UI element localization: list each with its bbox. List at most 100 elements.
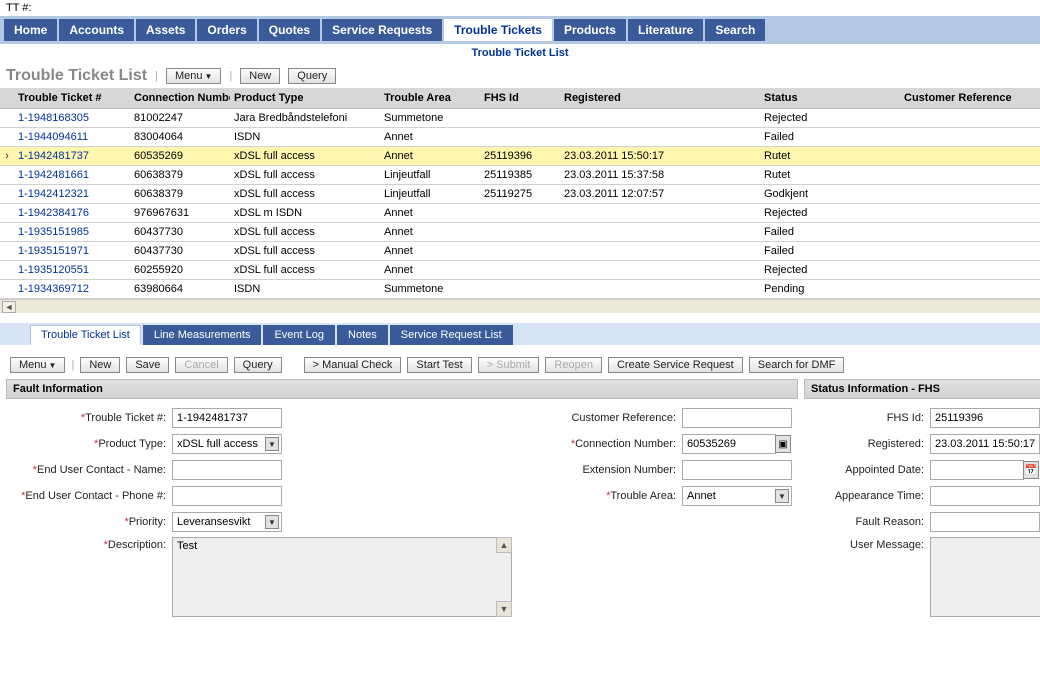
search-dmf-button[interactable]: Search for DMF <box>749 357 845 373</box>
chevron-down-icon[interactable]: ▼ <box>775 489 789 503</box>
col-tt[interactable]: Trouble Ticket # <box>14 88 130 109</box>
applet-query-button[interactable]: Query <box>288 68 336 84</box>
pick-icon[interactable]: ▣ <box>775 435 791 453</box>
field-ptype[interactable]: xDSL full access▼ <box>172 434 282 454</box>
field-ext[interactable] <box>682 460 792 480</box>
field-freason[interactable] <box>930 512 1040 532</box>
label-fhs: FHS Id: <box>810 412 930 424</box>
table-row[interactable]: ›1-194248173760535269xDSL full accessAnn… <box>0 147 1040 166</box>
label-ptype: *Product Type: <box>12 438 172 450</box>
tt-link[interactable]: 1-1942384176 <box>18 207 89 219</box>
tt-link[interactable]: 1-1935151971 <box>18 245 89 257</box>
col-conn[interactable]: Connection Number <box>130 88 230 109</box>
field-appt[interactable] <box>930 460 1024 480</box>
tt-link[interactable]: 1-1948168305 <box>18 112 89 124</box>
field-fhs[interactable] <box>930 408 1040 428</box>
field-atime[interactable] <box>930 486 1040 506</box>
nav-quotes[interactable]: Quotes <box>259 19 320 41</box>
table-row[interactable]: 1-194816830581002247Jara Bredbåndstelefo… <box>0 109 1040 128</box>
primary-nav: Home Accounts Assets Orders Quotes Servi… <box>0 16 1040 44</box>
tt-link[interactable]: 1-1942481661 <box>18 169 89 181</box>
label-eu-name: *End User Contact - Name: <box>12 464 172 476</box>
textarea-scrollbar[interactable]: ▲ ▼ <box>496 537 512 617</box>
tt-link[interactable]: 1-1942412321 <box>18 188 89 200</box>
form-new-button[interactable]: New <box>80 357 120 373</box>
status-info-panel: Status Information - FHS FHS Id: Registe… <box>804 379 1040 629</box>
subtab-sr-list[interactable]: Service Request List <box>390 325 513 345</box>
nav-assets[interactable]: Assets <box>136 19 195 41</box>
calendar-icon[interactable]: 📅 <box>1023 461 1039 479</box>
label-reg: Registered: <box>810 438 930 450</box>
form-toolbar: Menu▼ | New Save Cancel Query > Manual C… <box>0 345 1040 379</box>
label-eu-phone: *End User Contact - Phone #: <box>12 490 172 502</box>
list-hscrollbar[interactable]: ◄ <box>0 299 1040 313</box>
subtab-event-log[interactable]: Event Log <box>263 325 335 345</box>
nav-orders[interactable]: Orders <box>197 19 256 41</box>
table-row[interactable]: 1-193436971263980664ISDNSummetonePending <box>0 280 1040 299</box>
label-cref: Customer Reference: <box>522 412 682 424</box>
form-save-button[interactable]: Save <box>126 357 169 373</box>
col-reg[interactable]: Registered <box>560 88 760 109</box>
tt-link[interactable]: 1-1934369712 <box>18 283 89 295</box>
table-row[interactable]: 1-193515198560437730xDSL full accessAnne… <box>0 223 1040 242</box>
label-tarea: *Trouble Area: <box>522 490 682 502</box>
col-status[interactable]: Status <box>760 88 900 109</box>
label-umsg: User Message: <box>810 537 930 551</box>
scroll-up-icon[interactable]: ▲ <box>496 537 512 553</box>
label-conn: *Connection Number: <box>522 438 682 450</box>
tt-link[interactable]: 1-1935120551 <box>18 264 89 276</box>
field-cref[interactable] <box>682 408 792 428</box>
chevron-down-icon[interactable]: ▼ <box>265 437 279 451</box>
col-cref[interactable]: Customer Reference <box>900 88 1040 109</box>
applet-new-button[interactable]: New <box>240 68 280 84</box>
tt-link[interactable]: 1-1944094611 <box>18 131 88 143</box>
col-fhs[interactable]: FHS Id <box>480 88 560 109</box>
nav-products[interactable]: Products <box>554 19 626 41</box>
tt-link[interactable]: 1-1935151985 <box>18 226 89 238</box>
subtab-notes[interactable]: Notes <box>337 325 388 345</box>
field-eu-phone[interactable] <box>172 486 282 506</box>
chevron-down-icon[interactable]: ▼ <box>265 515 279 529</box>
tt-link[interactable]: 1-1942481737 <box>18 150 89 162</box>
subtab-tt-list[interactable]: Trouble Ticket List <box>30 325 141 345</box>
table-row[interactable]: 1-1942384176976967631xDSL m ISDNAnnetRej… <box>0 204 1040 223</box>
nav-service-requests[interactable]: Service Requests <box>322 19 442 41</box>
applet-toolbar: Trouble Ticket List | Menu▼ | New Query <box>0 64 1040 88</box>
field-reg[interactable] <box>930 434 1040 454</box>
field-tt[interactable] <box>172 408 282 428</box>
label-desc: *Description: <box>12 537 172 551</box>
col-ptype[interactable]: Product Type <box>230 88 380 109</box>
field-description[interactable] <box>172 537 512 617</box>
applet-menu-button[interactable]: Menu▼ <box>166 68 221 84</box>
field-eu-name[interactable] <box>172 460 282 480</box>
field-conn[interactable] <box>682 434 776 454</box>
field-tarea[interactable]: Annet▼ <box>682 486 792 506</box>
nav-home[interactable]: Home <box>4 19 57 41</box>
nav-accounts[interactable]: Accounts <box>59 19 134 41</box>
label-appt: Appointed Date: <box>810 464 930 476</box>
table-row[interactable]: 1-193515197160437730xDSL full accessAnne… <box>0 242 1040 261</box>
submit-button[interactable]: > Submit <box>478 357 540 373</box>
table-row[interactable]: 1-193512055160255920xDSL full accessAnne… <box>0 261 1040 280</box>
table-row[interactable]: 1-194248166160638379xDSL full accessLinj… <box>0 166 1040 185</box>
table-row[interactable]: 1-194241232160638379xDSL full accessLinj… <box>0 185 1040 204</box>
start-test-button[interactable]: Start Test <box>407 357 471 373</box>
col-area[interactable]: Trouble Area <box>380 88 480 109</box>
create-sr-button[interactable]: Create Service Request <box>608 357 743 373</box>
form-query-button[interactable]: Query <box>234 357 282 373</box>
nav-search[interactable]: Search <box>705 19 765 41</box>
subtab-line-measurements[interactable]: Line Measurements <box>143 325 262 345</box>
scroll-left-icon[interactable]: ◄ <box>2 301 16 313</box>
list-header-row: Trouble Ticket # Connection Number Produ… <box>0 88 1040 109</box>
form-cancel-button[interactable]: Cancel <box>175 357 227 373</box>
field-priority[interactable]: Leveransesvikt▼ <box>172 512 282 532</box>
field-umsg[interactable] <box>930 537 1040 617</box>
tt-list: Trouble Ticket # Connection Number Produ… <box>0 88 1040 299</box>
scroll-down-icon[interactable]: ▼ <box>496 601 512 617</box>
nav-literature[interactable]: Literature <box>628 19 703 41</box>
table-row[interactable]: 1-194409461183004064ISDNAnnetFailed <box>0 128 1040 147</box>
manual-check-button[interactable]: > Manual Check <box>304 357 402 373</box>
form-menu-button[interactable]: Menu▼ <box>10 357 65 373</box>
nav-trouble-tickets[interactable]: Trouble Tickets <box>444 19 552 41</box>
reopen-button[interactable]: Reopen <box>545 357 602 373</box>
